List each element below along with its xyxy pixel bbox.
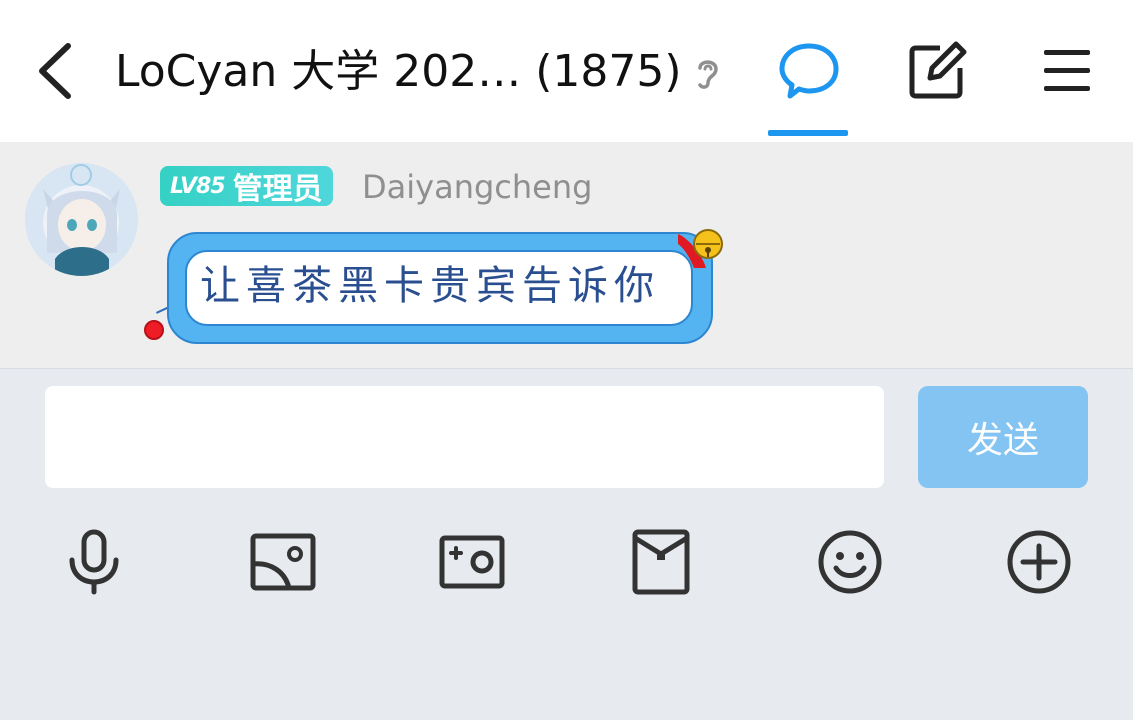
camera-icon[interactable] xyxy=(438,528,506,596)
message-input[interactable] xyxy=(45,386,884,488)
role-label: 管理员 xyxy=(232,172,323,207)
bell-icon xyxy=(676,224,726,270)
level-badge: LV85 管理员 xyxy=(160,166,333,207)
red-packet-icon[interactable] xyxy=(627,528,695,596)
microphone-icon[interactable] xyxy=(60,528,128,596)
send-button[interactable]: 发送 xyxy=(918,386,1088,488)
emoji-icon[interactable] xyxy=(816,528,884,596)
message-text: 让喜茶黑卡贵宾告诉你 xyxy=(200,263,660,309)
avatar[interactable] xyxy=(25,163,138,276)
active-tab-indicator xyxy=(768,130,848,136)
level-label: LV85 xyxy=(170,173,226,199)
sender-name[interactable]: Daiyangcheng xyxy=(362,166,592,208)
back-icon[interactable] xyxy=(30,40,80,102)
image-icon[interactable] xyxy=(249,528,317,596)
plus-icon[interactable] xyxy=(1005,528,1073,596)
edit-icon[interactable] xyxy=(906,40,968,102)
chat-tab-icon[interactable] xyxy=(778,40,840,102)
page-title: LoCyan 大学 202… (1875) xyxy=(115,46,682,97)
chat-header: LoCyan 大学 202… (1875) xyxy=(0,0,1133,142)
ear-icon[interactable] xyxy=(690,54,726,92)
bubble-dot-decoration xyxy=(144,320,164,340)
menu-icon[interactable] xyxy=(1036,44,1098,100)
